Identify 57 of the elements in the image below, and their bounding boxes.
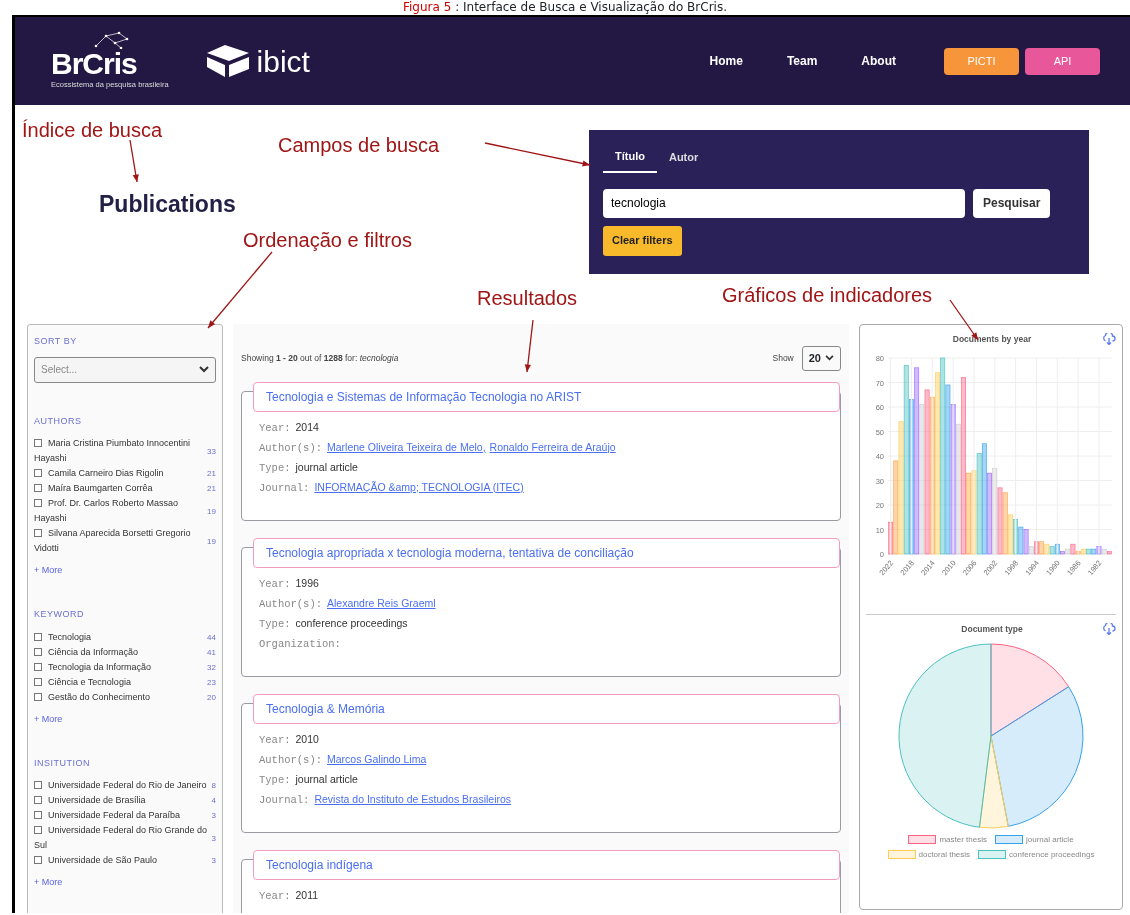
facet-count: 33 [206, 445, 216, 458]
field-label: Author(s): [259, 597, 322, 610]
page-heading: Publications [99, 191, 236, 217]
field-label: Year: [259, 577, 291, 590]
facet-title: AUTHORS [34, 414, 83, 428]
chart-title: Documents by year [951, 333, 1033, 346]
field-value: conference proceedings [295, 616, 408, 629]
facet-title: KEYWORD [34, 608, 85, 621]
field-value: journal article [295, 772, 358, 785]
field-label: Author(s): [259, 753, 322, 766]
annotation-label: Ordenação e filtros [243, 228, 412, 253]
annotation-label: Resultados [477, 286, 578, 311]
field-value: 2014 [295, 420, 319, 433]
annotation-label: Índice de busca [22, 118, 163, 143]
show-label: Show [772, 351, 794, 365]
field-label: Journal: [259, 481, 310, 494]
facet-count: 3 [210, 832, 216, 845]
field-value: 2011 [295, 888, 319, 901]
legend-label: doctoral thesis [918, 848, 971, 861]
field-label: Year: [259, 421, 291, 434]
facet-count: 3 [210, 855, 216, 867]
facet-count: 19 [206, 535, 216, 548]
field-label: Journal: [259, 793, 310, 806]
legend-label: journal article [1026, 833, 1074, 846]
field-value: 2010 [295, 732, 319, 745]
annotation-label: Campos de busca [278, 133, 440, 158]
figure-label: Figura 5 [403, 0, 452, 14]
facet-count: 32 [206, 661, 216, 674]
legend-label: conference proceedings [1009, 848, 1095, 861]
facet-count: 3 [210, 810, 216, 822]
facet-count: 20 [206, 691, 216, 704]
field-label: Type: [259, 773, 291, 786]
figure-caption: : Interface de Busca e Visualização do BrCris. [455, 0, 727, 14]
field-label: Organization: [259, 637, 341, 650]
facet-count: 21 [206, 468, 216, 480]
chart-title: Document type [960, 622, 1024, 636]
facet-count: 21 [206, 483, 216, 495]
field-value: journal article [295, 460, 358, 473]
facet-count: 23 [206, 676, 216, 689]
legend-label: master thesis [939, 833, 987, 846]
section-label: SORT BY [34, 335, 78, 348]
annotation-label: Gráficos de indicadores [722, 283, 933, 308]
facet-count: 44 [206, 631, 216, 644]
results-summary: Showing 1 - 20 out of 1288 for: tecnologia [241, 351, 399, 365]
field-label: Type: [259, 461, 291, 474]
facet-count: 4 [210, 795, 216, 807]
field-value: 1996 [295, 576, 319, 589]
facet-count: 19 [206, 505, 216, 518]
partner-logo-text: ibict [256, 43, 310, 80]
field-label: Type: [259, 617, 291, 630]
facet-count: 8 [210, 780, 216, 792]
field-label: Year: [259, 733, 291, 746]
facet-count: 41 [206, 646, 216, 659]
field-label: Year: [259, 889, 291, 902]
facet-title: INSITUTION [34, 756, 91, 770]
field-label: Author(s): [259, 441, 322, 454]
logo-text: BrCris [51, 49, 138, 80]
